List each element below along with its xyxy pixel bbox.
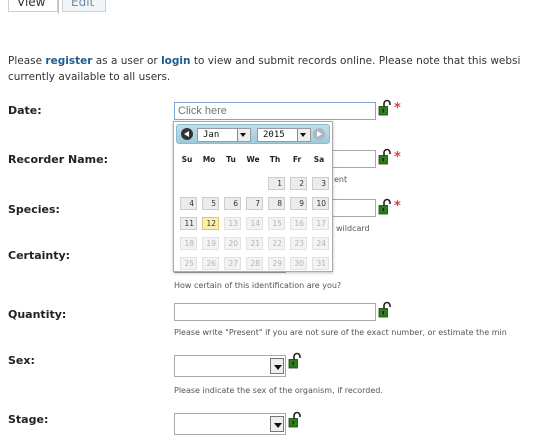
quantity-hint: Please write "Present" if you are not su… [174,328,507,337]
calendar-day: 28 [246,257,263,270]
lock-icon[interactable] [378,148,392,165]
tab-view[interactable]: View [8,0,58,12]
year-select[interactable]: 2015 [257,128,311,142]
calendar-day: 27 [224,257,241,270]
tab-divider [58,0,59,14]
calendar-day: 17 [312,217,329,230]
calendar-day: 24 [312,237,329,250]
calendar-day: 15 [268,217,285,230]
sex-select[interactable] [174,355,286,377]
date-input[interactable] [174,102,376,120]
prev-month-icon[interactable] [181,128,193,140]
chevron-down-icon[interactable] [237,129,250,141]
calendar-day[interactable]: 10 [312,197,329,210]
calendar-day[interactable]: 5 [202,197,219,210]
calendar-day[interactable]: 4 [180,197,197,210]
lock-icon[interactable] [378,198,392,215]
lock-icon[interactable] [288,352,302,369]
intro-text-suffix: to view and submit records online. Pleas… [190,55,521,67]
intro-text-mid: as a user or [92,55,162,67]
calendar-day: 25 [180,257,197,270]
intro-text-prefix: Please [8,55,46,67]
species-label: Species: [8,203,60,216]
calendar-day: 16 [290,217,307,230]
calendar-day: 30 [290,257,307,270]
species-hint: wildcard [336,224,370,233]
sex-hint: Please indicate the sex of the organism,… [174,386,383,395]
calendar-day[interactable]: 12 [202,217,219,230]
calendar-day[interactable]: 6 [224,197,241,210]
stage-label: Stage: [8,413,49,426]
certainty-hint: How certain of this identification are y… [174,281,342,290]
calendar-day[interactable]: 7 [246,197,263,210]
calendar-day: 31 [312,257,329,270]
calendar-day: 14 [246,217,263,230]
calendar-day: 29 [268,257,285,270]
recorder-name-label: Recorder Name: [8,153,108,166]
calendar-day: 18 [180,237,197,250]
sex-label: Sex: [8,354,35,367]
weekday-label: Su [181,155,193,164]
calendar-day: 13 [224,217,241,230]
calendar-day[interactable]: 1 [268,177,285,190]
intro-text-line2: currently available to all users. [8,71,171,83]
recorder-name-hint: ent [334,175,348,184]
weekday-label: Th [269,155,281,164]
calendar-day[interactable]: 11 [180,217,197,230]
calendar-day: 21 [246,237,263,250]
required-marker: * [394,150,401,165]
date-label: Date: [8,104,42,117]
calendar-day: 19 [202,237,219,250]
calendar-day[interactable]: 9 [290,197,307,210]
lock-icon[interactable] [378,301,392,318]
weekday-label: Sa [313,155,325,164]
tab-edit[interactable]: Edit [62,0,106,12]
calendar-day[interactable]: 3 [312,177,329,190]
required-marker: * [394,199,401,214]
weekday-label: We [246,155,260,164]
calendar-day: 26 [202,257,219,270]
chevron-down-icon[interactable] [270,358,284,374]
calendar-day: 20 [224,237,241,250]
quantity-input[interactable] [174,303,376,321]
datepicker-header: Jan 2015 [176,124,330,144]
login-link[interactable]: login [161,55,190,67]
month-value: Jan [203,130,220,140]
lock-icon[interactable] [378,99,392,116]
next-month-icon[interactable] [313,128,325,140]
month-select[interactable]: Jan [197,128,251,142]
quantity-label: Quantity: [8,308,67,321]
calendar-day[interactable]: 2 [290,177,307,190]
lock-icon[interactable] [288,411,302,428]
weekday-label: Mo [202,155,216,164]
weekday-label: Tu [226,155,236,164]
calendar-day: 22 [268,237,285,250]
intro-text: Please register as a user or login to vi… [8,53,548,85]
datepicker: Jan 2015 Su Mo Tu We Th Fr Sa 1 2 3 4 5 6 7 8 9 10 11 12 1… [173,121,333,272]
certainty-label: Certainty: [8,249,71,262]
calendar-day: 23 [290,237,307,250]
register-link[interactable]: register [45,55,92,67]
chevron-down-icon[interactable] [297,129,310,141]
year-value: 2015 [263,130,285,140]
weekday-label: Fr [292,155,302,164]
chevron-down-icon[interactable] [270,416,284,432]
calendar-day[interactable]: 8 [268,197,285,210]
required-marker: * [394,101,401,116]
